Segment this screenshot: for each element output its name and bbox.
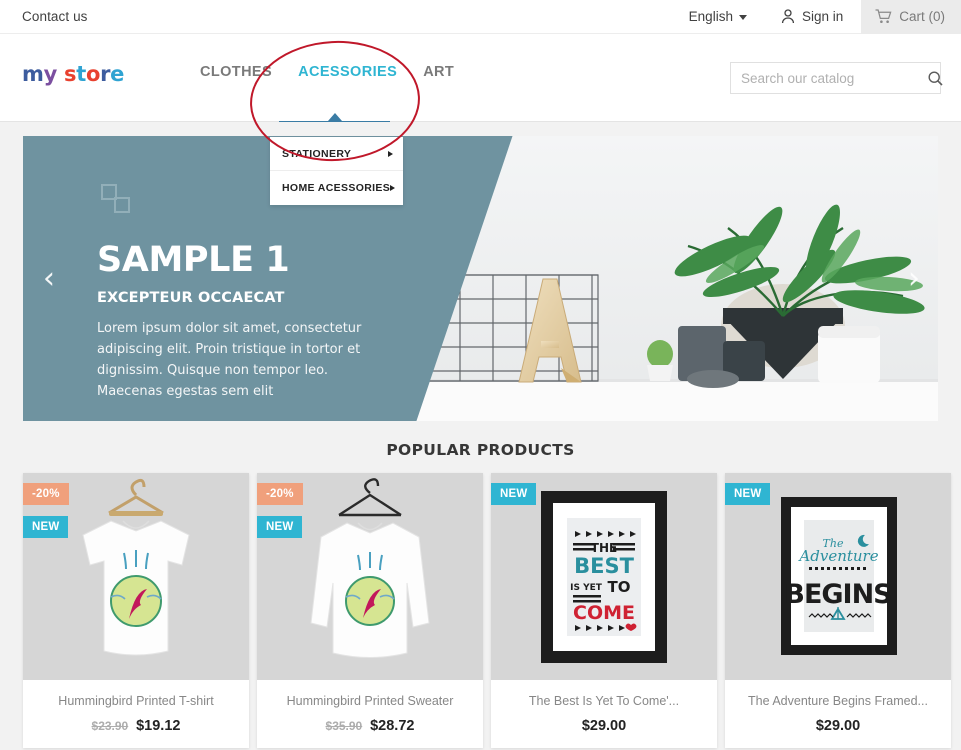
topbar-right-group: English Sign in Cart (0) <box>673 0 961 34</box>
product-badges: -20% NEW <box>257 483 303 549</box>
hero-text-block: SAMPLE 1 EXCEPTEUR OCCAECAT Lorem ipsum … <box>97 243 387 402</box>
svg-text:TO: TO <box>608 578 631 596</box>
product-image[interactable]: The Adventure BEGINS NEW <box>725 473 951 680</box>
new-badge: NEW <box>725 483 771 505</box>
product-info: The Best Is Yet To Come'... $29.00 <box>491 680 717 748</box>
carousel-prev-button[interactable]: ‹ <box>43 263 55 294</box>
product-badges: NEW <box>725 483 771 516</box>
product-old-price: $35.90 <box>325 719 363 733</box>
product-price: $29.00 <box>581 718 627 734</box>
product-price-row: $35.90 $28.72 <box>265 717 475 734</box>
product-price-row: $29.00 <box>499 717 709 734</box>
hero-subtitle: EXCEPTEUR OCCAECAT <box>97 290 285 306</box>
cart-button[interactable]: Cart (0) <box>861 0 961 34</box>
product-name[interactable]: The Best Is Yet To Come'... <box>499 694 709 708</box>
svg-text:IS YET: IS YET <box>570 583 603 593</box>
product-price-row: $29.00 <box>733 717 943 734</box>
new-badge: NEW <box>491 483 537 505</box>
nav-item-acessories[interactable]: ACESSORIES <box>298 64 397 83</box>
product-price: $19.12 <box>136 718 181 734</box>
svg-text:BEST: BEST <box>574 554 634 578</box>
storefront-page: Contact us English Sign in Cart (0) my s… <box>0 0 961 750</box>
product-price: $29.00 <box>815 718 861 734</box>
site-header: my store CLOTHES ACESSORIES ART STATIONE… <box>0 34 961 205</box>
dropdown-item-stationery-label: STATIONERY <box>282 147 352 160</box>
svg-text:COME: COME <box>573 602 635 624</box>
discount-badge: -20% <box>23 483 69 505</box>
product-card[interactable]: THE BEST IS YET TO COME NEW The Best Is … <box>491 473 717 748</box>
product-name[interactable]: Hummingbird Printed Sweater <box>265 694 475 708</box>
chevron-right-icon <box>390 185 396 191</box>
nav-item-clothes[interactable]: CLOTHES <box>200 64 272 83</box>
sign-in-button[interactable]: Sign in <box>763 9 861 24</box>
chevron-down-icon <box>738 15 747 20</box>
hero-carousel: SAMPLE 1 EXCEPTEUR OCCAECAT Lorem ipsum … <box>23 136 938 421</box>
search-box <box>730 62 943 94</box>
hero-description: Lorem ipsum dolor sit amet, consectetur … <box>97 321 362 400</box>
product-badges: -20% NEW <box>23 483 69 549</box>
decorative-squares-icon <box>101 184 133 216</box>
product-card[interactable]: -20% NEW Hummingbird Printed T-shirt $23… <box>23 473 249 748</box>
discount-badge: -20% <box>257 483 303 505</box>
logo-part-my: my <box>22 62 57 86</box>
product-info: Hummingbird Printed Sweater $35.90 $28.7… <box>257 680 483 748</box>
language-label: English <box>688 9 733 24</box>
main-navigation: CLOTHES ACESSORIES ART <box>200 64 454 83</box>
search-icon <box>928 70 943 86</box>
new-badge: NEW <box>257 516 303 538</box>
nav-active-caret-icon <box>328 113 342 121</box>
product-name[interactable]: Hummingbird Printed T-shirt <box>31 694 241 708</box>
product-name[interactable]: The Adventure Begins Framed... <box>733 694 943 708</box>
dropdown-item-stationery[interactable]: STATIONERY <box>270 137 403 171</box>
contact-us-link[interactable]: Contact us <box>22 9 88 24</box>
product-price: $28.72 <box>370 718 415 734</box>
new-badge: NEW <box>23 516 69 538</box>
popular-products-grid: -20% NEW Hummingbird Printed T-shirt $23… <box>23 473 951 748</box>
product-badges: NEW <box>491 483 537 516</box>
hero-title: SAMPLE 1 <box>97 240 290 280</box>
product-image[interactable]: THE BEST IS YET TO COME NEW <box>491 473 717 680</box>
chevron-right-icon <box>388 150 393 157</box>
popular-products-heading: POPULAR PRODUCTS <box>386 441 575 459</box>
product-image[interactable]: -20% NEW <box>257 473 483 680</box>
product-image[interactable]: -20% NEW <box>23 473 249 680</box>
sign-in-label: Sign in <box>801 9 844 24</box>
shopping-cart-icon <box>875 9 892 24</box>
dropdown-item-home-acessories[interactable]: HOME ACESSORIES <box>270 171 403 205</box>
top-utility-bar: Contact us English Sign in Cart (0) <box>0 0 961 34</box>
nav-item-art[interactable]: ART <box>423 64 454 83</box>
carousel-next-button[interactable]: › <box>908 263 920 294</box>
dropdown-item-home-acessories-label: HOME ACESSORIES <box>282 182 391 194</box>
product-price-row: $23.90 $19.12 <box>31 717 241 734</box>
svg-text:Adventure: Adventure <box>797 547 878 565</box>
user-icon <box>781 9 795 24</box>
product-info: Hummingbird Printed T-shirt $23.90 $19.1… <box>23 680 249 748</box>
product-card[interactable]: The Adventure BEGINS NEW The Adventure B… <box>725 473 951 748</box>
logo-part-store: store <box>64 62 125 86</box>
product-old-price: $23.90 <box>91 719 129 733</box>
search-input[interactable] <box>731 63 928 93</box>
language-selector[interactable]: English <box>673 9 763 24</box>
cart-label: Cart (0) <box>899 9 945 24</box>
product-card[interactable]: -20% NEW Hummingbird Printed Sweater $35… <box>257 473 483 748</box>
svg-text:BEGINS: BEGINS <box>784 579 891 610</box>
search-button[interactable] <box>928 63 943 93</box>
site-logo[interactable]: my store <box>22 62 124 86</box>
product-info: The Adventure Begins Framed... $29.00 <box>725 680 951 748</box>
acessories-dropdown-menu: STATIONERY HOME ACESSORIES <box>270 137 403 205</box>
